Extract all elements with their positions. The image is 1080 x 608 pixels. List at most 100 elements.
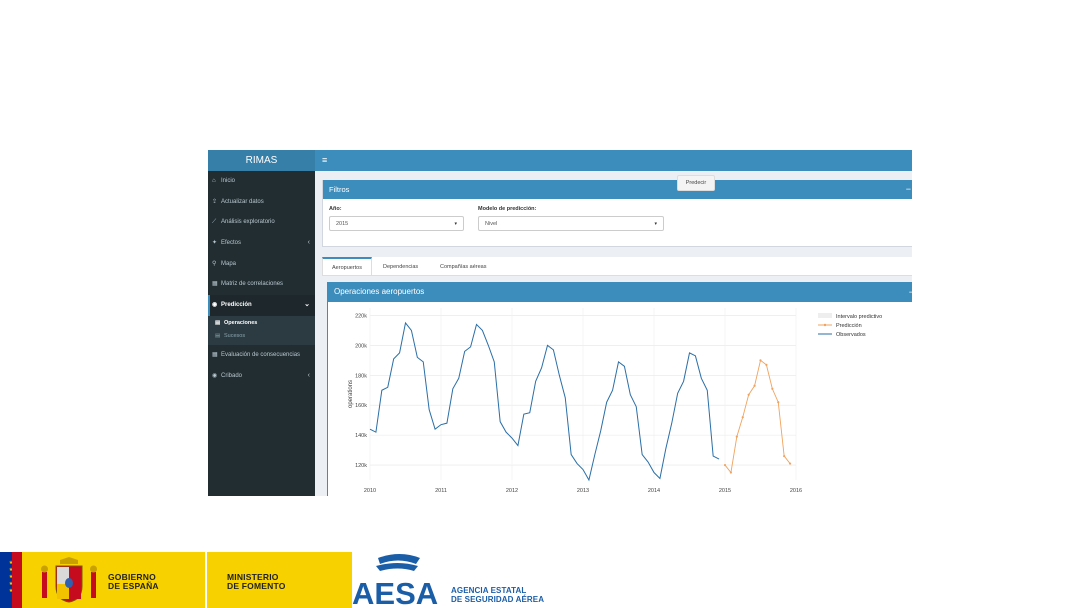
tab-companias-aereas[interactable]: Compañías aéreas	[440, 257, 486, 275]
legend-label: Intervalo predictivo	[836, 314, 882, 320]
home-icon: ⌂	[212, 178, 216, 184]
chart-box: Operaciones aeropuertos − 120k 140k 160k 18…	[327, 282, 912, 496]
sidebar-item-label: Análisis exploratorio	[221, 219, 275, 226]
model-select-value: Nivel	[485, 221, 498, 227]
legend-swatch-marker	[823, 323, 827, 327]
aesa-logo: AESA	[352, 554, 438, 608]
chevron-down-icon: ⌄	[304, 301, 310, 309]
submenu-item-sucesos[interactable]: ▤ Sucesos	[208, 330, 315, 343]
y-tick-label: 120k	[355, 463, 367, 469]
y-axis-label: operations	[348, 380, 354, 408]
gobierno-line-2: DE ESPAÑA	[108, 581, 159, 591]
aesa-line-2: DE SEGURIDAD AÉREA	[451, 595, 545, 604]
sidebar-menu: ⌂ Inicio ⇪ Actualizar datos ⟋ Análisis explor…	[208, 171, 315, 386]
chart-box-header: Operaciones aeropuertos −	[328, 282, 912, 302]
sidebar-item-cribado[interactable]: ◉ Cribado ‹	[208, 366, 315, 387]
y-tick-label: 180k	[355, 373, 367, 379]
calendar-icon: ▤	[215, 319, 221, 326]
binoculars-icon: ◉	[212, 302, 218, 309]
x-tick-label: 2010	[364, 488, 376, 494]
x-tick-label: 2011	[435, 488, 447, 494]
tabs-bar: Aeropuertos Dependencias Compañías aérea…	[322, 257, 912, 276]
binoculars-icon: ◉	[212, 372, 218, 379]
aesa-line-1: AGENCIA ESTATAL	[451, 586, 527, 595]
chart-box-title: Operaciones aeropuertos	[334, 287, 425, 296]
model-caret-icon: ▾	[654, 221, 657, 227]
filters-box: Filtros − Año: 2015 ▾ Modelo de predicci…	[322, 180, 912, 247]
prediction-point	[729, 471, 733, 474]
table-icon: ▦	[212, 351, 218, 358]
model-label: Modelo de predicción:	[478, 206, 537, 212]
prediction-point	[765, 363, 768, 366]
sidebar: RIMAS ⌂ Inicio ⇪ Actualizar datos ⟋ Análisis …	[208, 150, 315, 496]
app-logo[interactable]: RIMAS	[208, 150, 315, 171]
y-tick-label: 160k	[355, 403, 367, 409]
legend-swatch-band	[818, 313, 832, 318]
prediction-point	[759, 359, 762, 362]
sidebar-item-efectos[interactable]: ✦ Efectos ‹	[208, 233, 315, 254]
filters-title: Filtros	[329, 185, 350, 194]
svg-text:AESA: AESA	[352, 576, 438, 608]
sidebar-item-label: Matriz de correlaciones	[221, 281, 284, 288]
sidebar-item-label: Inicio	[221, 178, 236, 184]
table-icon: ▦	[212, 281, 218, 288]
predict-button[interactable]: Predecir	[677, 175, 715, 191]
filters-collapse-icon[interactable]: −	[906, 180, 911, 199]
prediction-point	[741, 416, 744, 419]
coat-of-arms-icon	[41, 557, 97, 603]
x-tick-label: 2014	[648, 488, 660, 494]
year-caret-icon: ▾	[454, 221, 457, 227]
y-tick-label: 140k	[355, 433, 367, 439]
year-select-value: 2015	[336, 221, 349, 227]
year-label: Año:	[329, 206, 342, 212]
tab-aeropuertos[interactable]: Aeropuertos	[322, 257, 372, 275]
submenu-item-label: Operaciones	[224, 319, 258, 326]
sidebar-item-label: Cribado	[221, 372, 243, 379]
app-window: RIMAS ⌂ Inicio ⇪ Actualizar datos ⟋ Análisis …	[208, 150, 912, 496]
sidebar-item-prediccion[interactable]: ◉ Predicción ⌄	[208, 295, 315, 316]
footer-logos: ★ ★ ★ ★ ★ GOBIERNO DE ESPAÑA MINISTERIO DE F…	[0, 552, 1080, 608]
sidebar-item-label: Actualizar datos	[221, 198, 264, 205]
sidebar-item-matriz-de-correlaciones[interactable]: ▦ Matriz de correlaciones	[208, 274, 315, 295]
sidebar-item-evaluacion-de-consecuencias[interactable]: ▦ Evaluación de consecuencias	[208, 345, 315, 366]
chevron-left-icon: ‹	[307, 371, 310, 379]
sidebar-item-actualizar-datos[interactable]: ⇪ Actualizar datos	[208, 192, 315, 213]
prediction-point	[753, 384, 756, 387]
prediction-point	[735, 435, 738, 438]
sidebar-item-label: Efectos	[221, 240, 242, 247]
operations-chart: 120k 140k 160k 180k 200k 220k 2010 2011 2012 2013…	[348, 308, 882, 494]
series-line-predicción	[724, 359, 791, 474]
model-select[interactable]: Nivel ▾	[478, 216, 664, 231]
sidebar-item-label: Evaluación de consecuencias	[221, 351, 301, 358]
sidebar-item-inicio[interactable]: ⌂ Inicio	[208, 171, 315, 192]
filters-header: Filtros −	[323, 180, 912, 199]
chevron-left-icon: ‹	[307, 239, 310, 247]
prediccion-submenu: ▤ Operaciones ▤ Sucesos	[208, 315, 315, 345]
sidebar-item-analisis-exploratorio[interactable]: ⟋ Análisis exploratorio	[208, 212, 315, 233]
x-tick-label: 2016	[790, 488, 802, 494]
map-marker-icon: ⚲	[212, 260, 217, 267]
x-tick-label: 2013	[577, 488, 589, 494]
submenu-item-operaciones[interactable]: ▤ Operaciones	[208, 317, 315, 330]
legend-label: Observados	[836, 332, 866, 338]
x-tick-label: 2012	[506, 488, 518, 494]
prediction-point	[783, 454, 786, 458]
sidebar-item-label: Mapa	[221, 260, 237, 267]
upload-icon: ⇪	[212, 198, 218, 205]
series-line-observados	[369, 321, 720, 482]
line-chart-icon: ⟋	[212, 219, 217, 226]
tab-dependencias[interactable]: Dependencias	[383, 257, 418, 275]
prediction-point	[788, 462, 792, 465]
prediction-point	[777, 401, 780, 404]
spanish-government-logo: ★ ★ ★ ★ ★ GOBIERNO DE ESPAÑA MINISTERIO DE F…	[0, 552, 352, 608]
legend-label: Predicción	[836, 323, 862, 329]
chart-collapse-icon[interactable]: −	[909, 282, 912, 302]
logo-divider	[205, 552, 207, 608]
year-select[interactable]: 2015 ▾	[329, 216, 464, 231]
spain-flag-stripe	[12, 552, 22, 608]
hamburger-icon[interactable]: ≡	[322, 150, 327, 171]
sidebar-item-mapa[interactable]: ⚲ Mapa	[208, 254, 315, 275]
prediction-point	[771, 387, 774, 390]
x-tick-label: 2015	[719, 488, 731, 494]
users-icon: ✦	[212, 240, 218, 247]
